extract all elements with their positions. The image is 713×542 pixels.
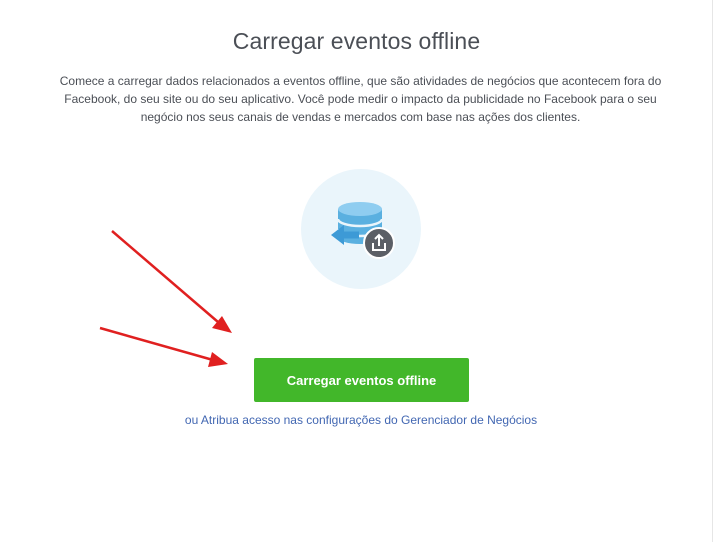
page-title: Carregar eventos offline	[232, 28, 481, 54]
annotation-arrow-lower	[99, 326, 228, 367]
business-manager-settings-link[interactable]: ou Atribua acesso nas configurações do G…	[0, 413, 713, 427]
page-description: Comece a carregar dados relacionados a e…	[59, 74, 662, 124]
upload-offline-events-button[interactable]: Carregar eventos offline	[254, 358, 469, 402]
database-upload-icon	[301, 169, 421, 289]
annotation-arrow-upper	[111, 230, 232, 333]
share-upload-badge-icon	[363, 227, 395, 259]
